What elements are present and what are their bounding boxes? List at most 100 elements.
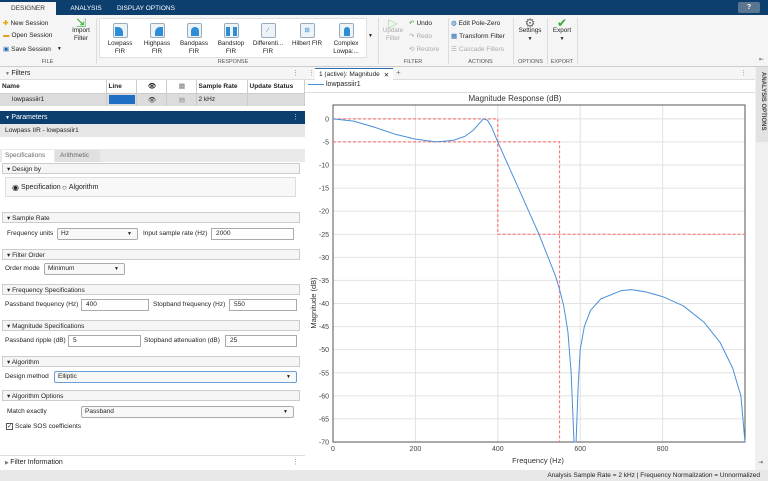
more-options-icon[interactable]: ⋮: [292, 67, 299, 80]
y-tick-label: -40: [319, 301, 329, 308]
column-update-status[interactable]: Update Status: [247, 80, 305, 93]
cascade-filters-button[interactable]: ☰ Cascade Filters: [451, 45, 504, 54]
chevron-down-icon: ▼: [127, 231, 132, 237]
help-button[interactable]: ?: [738, 2, 760, 13]
status-bar: Analysis Sample Rate = 2 kHz | Frequency…: [0, 470, 768, 481]
undo-button[interactable]: ↶ Undo: [409, 19, 432, 28]
magnitude-response-chart[interactable]: 0 200 400 600 800 0 -5 -10 -15 -20 -25 -30 -35 -40 -45…: [305, 93, 755, 470]
order-mode-dropdown[interactable]: Minimum ▼: [44, 263, 125, 275]
tab-analysis[interactable]: ANALYSIS: [66, 2, 106, 15]
filter-information-header[interactable]: ▶ Filter Information ⋮: [0, 455, 305, 468]
hilbert-fir-button[interactable]: ⊞ Hilbert FIR: [287, 23, 327, 48]
x-axis-label: Frequency (Hz): [512, 456, 564, 465]
restore-button[interactable]: ⟲ Restore: [409, 45, 439, 54]
tab-display-options[interactable]: DISPLAY OPTIONS: [116, 2, 176, 15]
column-analysis[interactable]: ▤: [166, 80, 197, 93]
analysis-options-strip[interactable]: ANALYSIS OPTIONS ⇥: [755, 67, 768, 470]
sample-rate-input[interactable]: 2000: [211, 228, 294, 240]
update-filter-button[interactable]: ▷ Update Filter: [380, 16, 406, 43]
radio-selected-icon: ◉: [12, 183, 19, 192]
collapse-panel-icon[interactable]: ⇥: [758, 459, 763, 466]
more-options-icon[interactable]: ⋮: [292, 111, 299, 124]
toolstrip: ✚ New Session ▬ Open Session ▣ Save Session…: [0, 15, 768, 67]
legend: lowpassiir1: [308, 81, 361, 88]
analysis-cell[interactable]: ▤: [166, 93, 197, 106]
analysis-options-label[interactable]: ANALYSIS OPTIONS: [760, 72, 766, 130]
redo-button[interactable]: ↷ Redo: [409, 32, 432, 41]
design-method-label: Design method: [5, 373, 49, 380]
plot-tab-active[interactable]: 1 (active): Magnitude ✕: [315, 68, 394, 80]
lowpass-fir-button[interactable]: Lowpass FIR: [102, 23, 138, 56]
settings-button[interactable]: ⚙ Settings ▼: [515, 16, 545, 43]
sample-rate-section[interactable]: ▾ Sample Rate: [2, 212, 300, 223]
scale-sos-checkbox[interactable]: ✓ Scale SOS coefficients: [6, 423, 81, 430]
frequency-units-dropdown[interactable]: Hz ▼: [57, 228, 138, 240]
filter-order-section[interactable]: ▾ Filter Order: [2, 249, 300, 260]
specification-radio[interactable]: ◉ Specification: [12, 183, 61, 192]
filters-header[interactable]: ▼ Filters ⋮: [0, 67, 305, 80]
add-tab-button[interactable]: +: [396, 68, 401, 77]
complex-lowpass-button[interactable]: Complex Lowpa:...: [328, 23, 364, 56]
x-tick-label: 800: [657, 446, 669, 453]
update-status-cell: [247, 93, 305, 106]
chevron-down-icon: ▼: [56, 46, 62, 52]
passband-frequency-input[interactable]: 400: [81, 299, 149, 311]
close-icon[interactable]: ✕: [384, 71, 389, 79]
parameters-header[interactable]: ▼ Parameters ⋮: [0, 111, 305, 124]
play-icon: ▷: [388, 16, 398, 30]
import-filter-button[interactable]: ⇲ Import Filter: [68, 16, 94, 43]
tab-designer[interactable]: DESIGNER: [0, 2, 56, 15]
drag-handle-icon[interactable]: ⋮: [308, 69, 315, 77]
chart-title: Magnitude Response (dB): [469, 94, 562, 103]
column-visible[interactable]: 👁: [136, 80, 167, 93]
save-session-button[interactable]: ▣ Save Session ▼: [3, 45, 62, 54]
algorithm-section[interactable]: ▾ Algorithm: [2, 356, 300, 367]
line-color-swatch[interactable]: [108, 95, 135, 105]
checkbox-checked-icon: ✓: [6, 423, 13, 430]
bandpass-fir-button[interactable]: Bandpass FIR: [176, 23, 212, 56]
line-color-cell[interactable]: [106, 93, 137, 106]
open-session-button[interactable]: ▬ Open Session: [3, 32, 52, 39]
more-options-icon[interactable]: ⋮: [292, 456, 299, 469]
sample-rate-cell: 2 kHz: [196, 93, 248, 106]
response-group-label: RESPONSE: [217, 59, 249, 65]
table-row[interactable]: lowpassiir1 👁 ▤ 2 kHz: [0, 93, 305, 106]
import-icon: ⇲: [75, 16, 87, 30]
transform-icon: ▦: [451, 33, 458, 40]
stopband-attenuation-input[interactable]: 25: [225, 335, 297, 347]
x-tick-label: 600: [574, 446, 586, 453]
filter-name-cell[interactable]: lowpassiir1: [0, 93, 107, 106]
edit-pole-zero-button[interactable]: ◍ Edit Pole-Zero: [451, 19, 500, 28]
tab-specifications[interactable]: Specifications: [2, 150, 54, 162]
y-tick-label: -55: [319, 370, 329, 377]
column-name[interactable]: Name: [0, 80, 107, 93]
column-line[interactable]: Line: [106, 80, 137, 93]
algorithm-radio[interactable]: ○ Algorithm: [62, 183, 98, 192]
match-exactly-dropdown[interactable]: Passband ▼: [81, 406, 294, 418]
response-gallery: Lowpass FIR Highpass FIR Bandpass FIR Bands…: [99, 18, 367, 58]
passband-ripple-input[interactable]: 5: [68, 335, 141, 347]
highpass-fir-button[interactable]: Highpass FIR: [139, 23, 175, 56]
design-by-section[interactable]: ▾ Design by: [2, 163, 300, 174]
design-method-dropdown[interactable]: Elliptic ▼: [54, 371, 297, 383]
new-session-button[interactable]: ✚ New Session: [3, 19, 48, 28]
algorithm-options-section[interactable]: ▾ Algorithm Options: [2, 390, 300, 401]
visible-cell[interactable]: 👁: [136, 93, 167, 106]
frequency-specifications-section[interactable]: ▾ Frequency Specifications: [2, 284, 300, 295]
collapse-toolstrip-icon[interactable]: ⇤: [759, 56, 764, 63]
magnitude-specifications-section[interactable]: ▾ Magnitude Specifications: [2, 320, 300, 331]
match-exactly-label: Match exactly: [7, 408, 47, 415]
column-sample-rate[interactable]: Sample Rate: [196, 80, 248, 93]
stopband-frequency-input[interactable]: 550: [229, 299, 297, 311]
chevron-down-icon: ▼: [527, 36, 533, 42]
tab-arithmetic[interactable]: Arithmetic: [55, 150, 100, 162]
plus-icon: ✚: [3, 20, 9, 27]
export-button[interactable]: ✔ Export ▼: [549, 17, 575, 43]
gear-icon: ⚙: [524, 16, 536, 30]
x-tick-label: 200: [410, 446, 422, 453]
more-options-icon[interactable]: ⋮: [740, 69, 747, 77]
bandstop-fir-button[interactable]: Bandstop FIR: [213, 23, 249, 56]
gallery-expand-icon[interactable]: ▼: [368, 33, 373, 39]
differentiator-fir-button[interactable]: ⁄ Differenti... FIR: [250, 23, 286, 56]
transform-filter-button[interactable]: ▦ Transform Filter: [451, 32, 505, 41]
